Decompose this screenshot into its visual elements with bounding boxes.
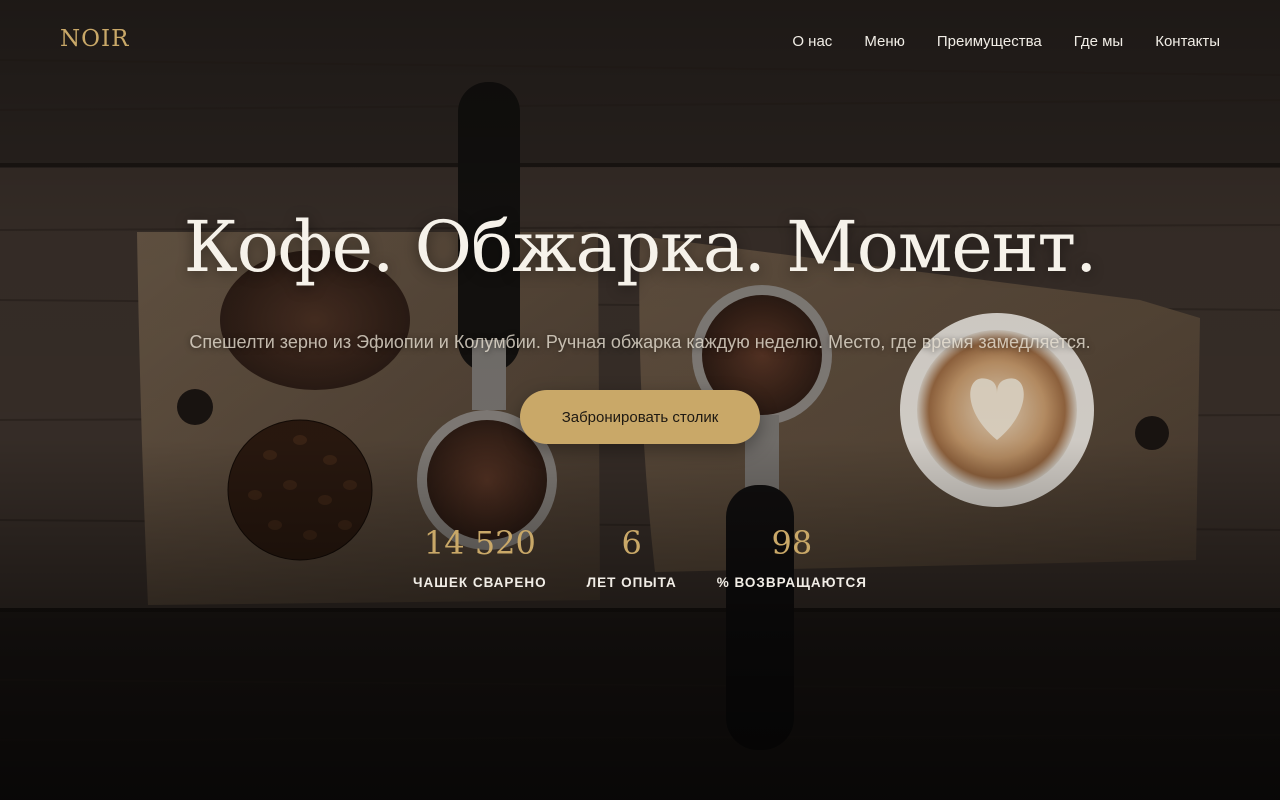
nav-link-menu[interactable]: Меню <box>864 33 905 50</box>
nav-link-advantages[interactable]: Преимущества <box>937 33 1042 50</box>
nav-item: Где мы <box>1074 33 1123 51</box>
stat-value: 14 520 <box>423 524 536 562</box>
nav-link-about[interactable]: О нас <box>792 33 832 50</box>
hero-section: NOIR О нас Меню Преимущества Где мы Конт… <box>0 0 1280 800</box>
stat-value: 6 <box>621 524 642 562</box>
hero-headline: Кофе. Обжарка. Момент. <box>183 206 1098 288</box>
hero-stats: 14 520 ЧАШЕК СВАРЕНО 6 ЛЕТ ОПЫТА 98 % ВО… <box>0 518 1280 590</box>
book-table-button[interactable]: Забронировать столик <box>520 390 760 444</box>
nav-item: Меню <box>864 33 905 51</box>
stat-years-experience: 6 ЛЕТ ОПЫТА <box>587 518 677 590</box>
stat-cups-brewed: 14 520 ЧАШЕК СВАРЕНО <box>413 518 547 590</box>
stat-label: ЛЕТ ОПЫТА <box>586 575 677 590</box>
nav-item: Контакты <box>1155 33 1220 51</box>
stat-label: % ВОЗВРАЩАЮТСЯ <box>716 575 867 590</box>
nav-link-location[interactable]: Где мы <box>1074 33 1123 50</box>
stat-label: ЧАШЕК СВАРЕНО <box>413 575 547 590</box>
nav-link-contacts[interactable]: Контакты <box>1155 33 1220 50</box>
nav-menu: О нас Меню Преимущества Где мы Контакты <box>792 33 1220 51</box>
stat-value: 98 <box>771 524 813 562</box>
nav-item: Преимущества <box>937 33 1042 51</box>
brand-logo[interactable]: NOIR <box>60 26 129 52</box>
top-navigation: NOIR О нас Меню Преимущества Где мы Конт… <box>0 0 1280 84</box>
nav-item: О нас <box>792 33 832 51</box>
stat-returning-guests: 98 % ВОЗВРАЩАЮТСЯ <box>717 518 867 590</box>
hero-subtitle: Спешелти зерно из Эфиопии и Колумбии. Ру… <box>189 332 1091 352</box>
